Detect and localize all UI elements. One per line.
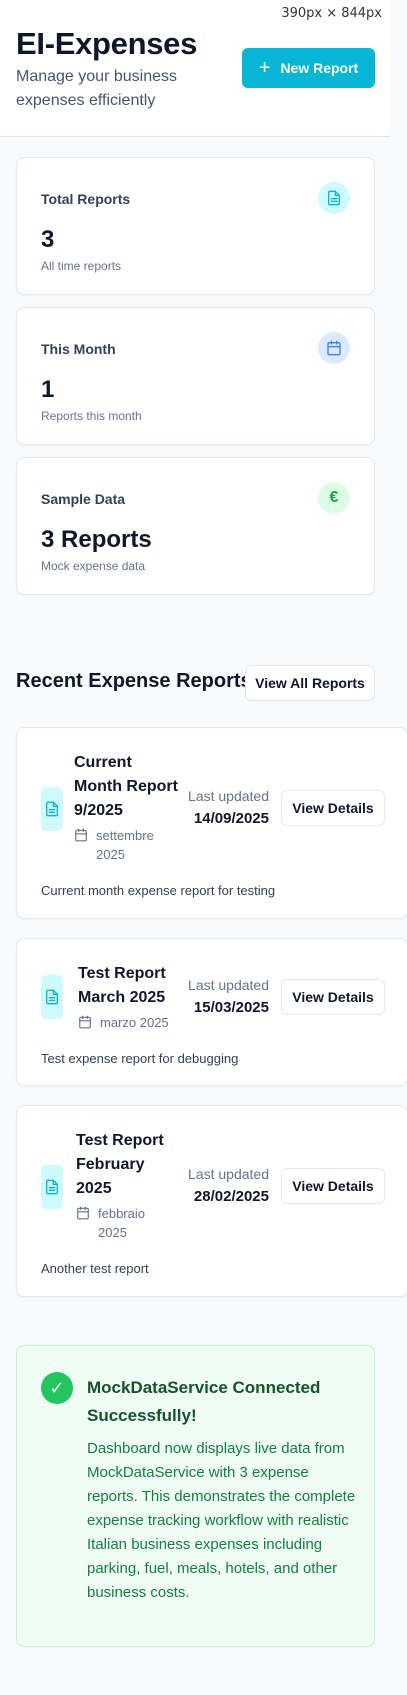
report-title: Test Report February 2025	[76, 1132, 164, 1197]
stat-description: Reports this month	[41, 409, 142, 423]
new-report-label: New Report	[280, 60, 359, 76]
report-card[interactable]: Test Report March 2025 marzo 2025 Last u…	[16, 938, 407, 1086]
report-description: Test expense report for debugging	[41, 1051, 239, 1066]
viewport-size-label: 390px × 844px	[281, 6, 382, 21]
success-panel: ✓ MockDataService Connected Successfully…	[16, 1345, 375, 1647]
stat-card-total-reports: Total Reports 3 All time reports	[16, 157, 375, 295]
calendar-icon	[77, 1206, 89, 1220]
calendar-icon	[79, 1015, 91, 1029]
report-description: Current month expense report for testing	[41, 883, 276, 898]
recent-reports-title: Recent Expense Reports	[16, 670, 252, 692]
updated-label: Last updated	[188, 788, 269, 804]
check-circle-icon: ✓	[41, 1372, 73, 1404]
file-text-icon	[41, 787, 63, 831]
updated-date: 28/02/2025	[193, 1188, 269, 1205]
page: 390px × 844px EI-Expenses Manage your bu…	[0, 0, 407, 1695]
report-month-label: febbraio 2025	[98, 1206, 145, 1240]
view-details-button[interactable]: View Details	[281, 1168, 385, 1204]
stat-value: 3	[41, 226, 55, 253]
file-text-icon	[318, 182, 350, 214]
stat-label: Total Reports	[41, 191, 131, 207]
calendar-icon	[75, 828, 87, 842]
stat-card-this-month: This Month 1 Reports this month	[16, 307, 375, 445]
success-title: MockDataService Connected Successfully!	[87, 1378, 321, 1425]
report-description: Another test report	[41, 1261, 149, 1276]
report-card[interactable]: Test Report February 2025 febbraio 2025 …	[16, 1105, 407, 1297]
report-title: Test Report March 2025	[78, 965, 166, 1006]
report-card[interactable]: Current Month Report 9/2025 settembre 20…	[16, 727, 407, 919]
stat-value: 1	[41, 376, 55, 403]
report-month: settembre 2025	[74, 826, 174, 864]
report-month-label: settembre 2025	[96, 828, 154, 862]
stat-card-sample-data: Sample Data € 3 Reports Mock expense dat…	[16, 457, 375, 595]
updated-date: 15/03/2025	[193, 999, 269, 1016]
stat-label: Sample Data	[41, 491, 126, 507]
file-text-icon	[41, 1165, 63, 1209]
success-message: Dashboard now displays live data from Mo…	[87, 1440, 356, 1601]
stat-label: This Month	[41, 341, 116, 357]
plus-icon: +	[258, 57, 271, 79]
report-month: marzo 2025	[78, 1013, 188, 1032]
view-all-reports-button[interactable]: View All Reports	[245, 665, 375, 701]
file-text-icon	[41, 975, 63, 1019]
view-details-button[interactable]: View Details	[281, 979, 385, 1015]
stat-value: 3 Reports	[41, 526, 152, 553]
app-subtitle: Manage your business expenses efficientl…	[16, 68, 177, 109]
euro-icon: €	[318, 482, 350, 514]
report-title: Current Month Report 9/2025	[74, 754, 178, 819]
new-report-button[interactable]: + New Report	[242, 48, 375, 88]
view-details-button[interactable]: View Details	[281, 790, 385, 826]
calendar-icon	[318, 332, 350, 364]
report-month-label: marzo 2025	[100, 1015, 169, 1030]
updated-date: 14/09/2025	[193, 810, 269, 827]
stat-description: Mock expense data	[41, 559, 146, 573]
report-month: febbraio 2025	[76, 1204, 176, 1242]
app-title: EI-Expenses	[16, 26, 198, 61]
updated-label: Last updated	[188, 1166, 269, 1182]
stat-description: All time reports	[41, 259, 122, 273]
updated-label: Last updated	[188, 977, 269, 993]
